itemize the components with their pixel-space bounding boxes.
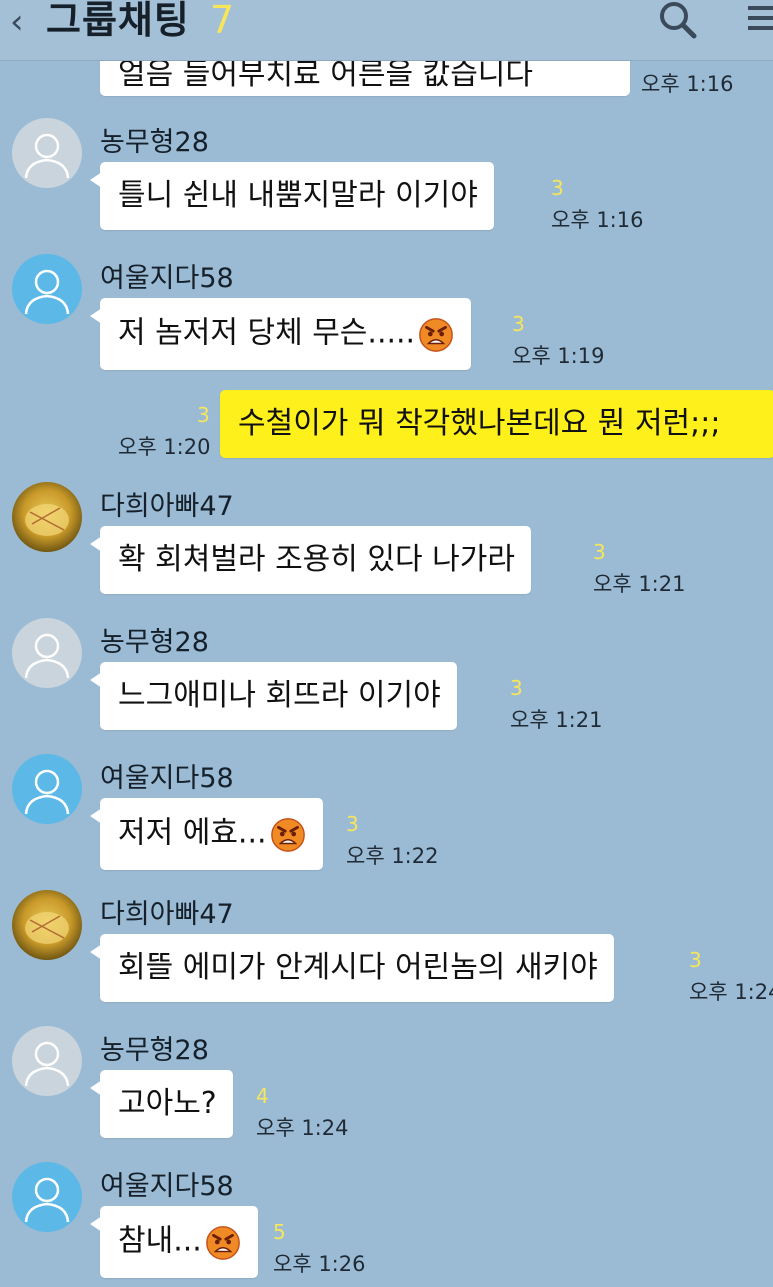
message-time: 오후 1:24 [256,1116,349,1140]
message-text: 확 회쳐벌라 조용히 있다 나가라 [118,542,515,577]
sender-name: 다희아빠47 [100,899,234,930]
menu-icon[interactable] [748,6,773,34]
sender-name: 여울지다58 [100,763,234,794]
message-bubble[interactable]: 고아노? [90,1070,233,1138]
message-time: 오후 1:22 [346,844,439,868]
sender-name: 농무형28 [100,1035,209,1066]
search-icon[interactable] [656,0,700,40]
unread-count: 3 [197,403,210,427]
message-time: 오후 1:26 [273,1252,366,1276]
message-bubble[interactable]: 회뜰 에미가 안계시다 어린놈의 새키야 [90,934,614,1002]
unread-count: 3 [551,176,564,200]
message-text: 수철이가 뭐 착각했나본데요 뭔 저런;;; [238,406,721,441]
message-time: 오후 1:16 [641,72,734,96]
message-text: 느그애미나 회뜨라 이기야 [118,678,441,713]
message-time: 오후 1:21 [593,572,686,596]
default-avatar-icon [24,1177,70,1223]
unread-count: 3 [346,812,359,836]
message-text: 회뜰 에미가 안계시다 어린놈의 새키야 [118,950,598,985]
unread-count: 3 [689,948,702,972]
sender-name: 농무형28 [100,627,209,658]
unread-count: 4 [256,1084,269,1108]
message-time: 오후 1:16 [551,208,644,232]
avatar[interactable] [12,890,82,960]
message-time: 오후 1:20 [118,435,211,459]
message-time: 오후 1:21 [510,708,603,732]
message-bubble-mine[interactable]: 수철이가 뭐 착각했나본데요 뭔 저런;;; [220,390,773,458]
member-count: 7 [210,0,235,42]
sender-name: 여울지다58 [100,263,234,294]
avatar[interactable] [12,1162,82,1232]
back-icon[interactable]: ‹ [10,2,24,42]
avatar[interactable] [12,618,82,688]
message-bubble[interactable]: 틀니 쉰내 내뿜지말라 이기야 [90,162,494,230]
unread-count: 5 [273,1220,286,1244]
avatar[interactable] [12,118,82,188]
default-avatar-icon [24,1041,70,1087]
chat-title: 그룹채팅 [46,0,190,42]
unread-count: 3 [512,312,525,336]
cake-photo-icon [25,912,69,944]
message-text: 얼음 들어부치료 어른을 캆습니다 [118,57,534,92]
message-text: 틀니 쉰내 내뿜지말라 이기야 [118,178,478,213]
message-bubble[interactable]: 저 놈저저 당체 무슨..... [89,298,472,370]
unread-count: 3 [593,540,606,564]
message-bubble[interactable]: 참내... [90,1206,258,1278]
default-avatar-icon [24,269,70,315]
default-avatar-icon [24,769,70,815]
avatar[interactable] [12,482,82,552]
message-bubble[interactable]: 확 회쳐벌라 조용히 있다 나가라 [90,526,531,594]
message-text: 참내... [118,1223,202,1259]
unread-count: 3 [510,676,523,700]
angry-face-emoji [270,818,305,852]
message-bubble[interactable]: 저저 에효... [90,798,323,870]
default-avatar-icon [24,633,70,679]
sender-name: 다희아빠47 [100,491,234,522]
message-bubble[interactable]: 느그애미나 회뜨라 이기야 [90,662,457,730]
cake-photo-icon [25,504,69,536]
sender-name: 여울지다58 [100,1171,234,1202]
avatar[interactable] [12,1026,82,1096]
message-time: 오후 1:19 [512,344,605,368]
sender-name: 농무형28 [100,127,209,158]
message-time: 오후 1:24 [689,980,773,1004]
message-text: 저저 에효... [118,815,267,851]
angry-face-emoji [205,1226,240,1260]
default-avatar-icon [24,133,70,179]
message-text: 고아노? [118,1086,217,1121]
chat-header: ‹ 그룹채팅 7 [0,0,773,61]
angry-face-emoji [419,318,453,352]
avatar[interactable] [12,254,82,324]
avatar[interactable] [12,754,82,824]
message-text: 저 놈저저 당체 무슨..... [118,315,416,351]
